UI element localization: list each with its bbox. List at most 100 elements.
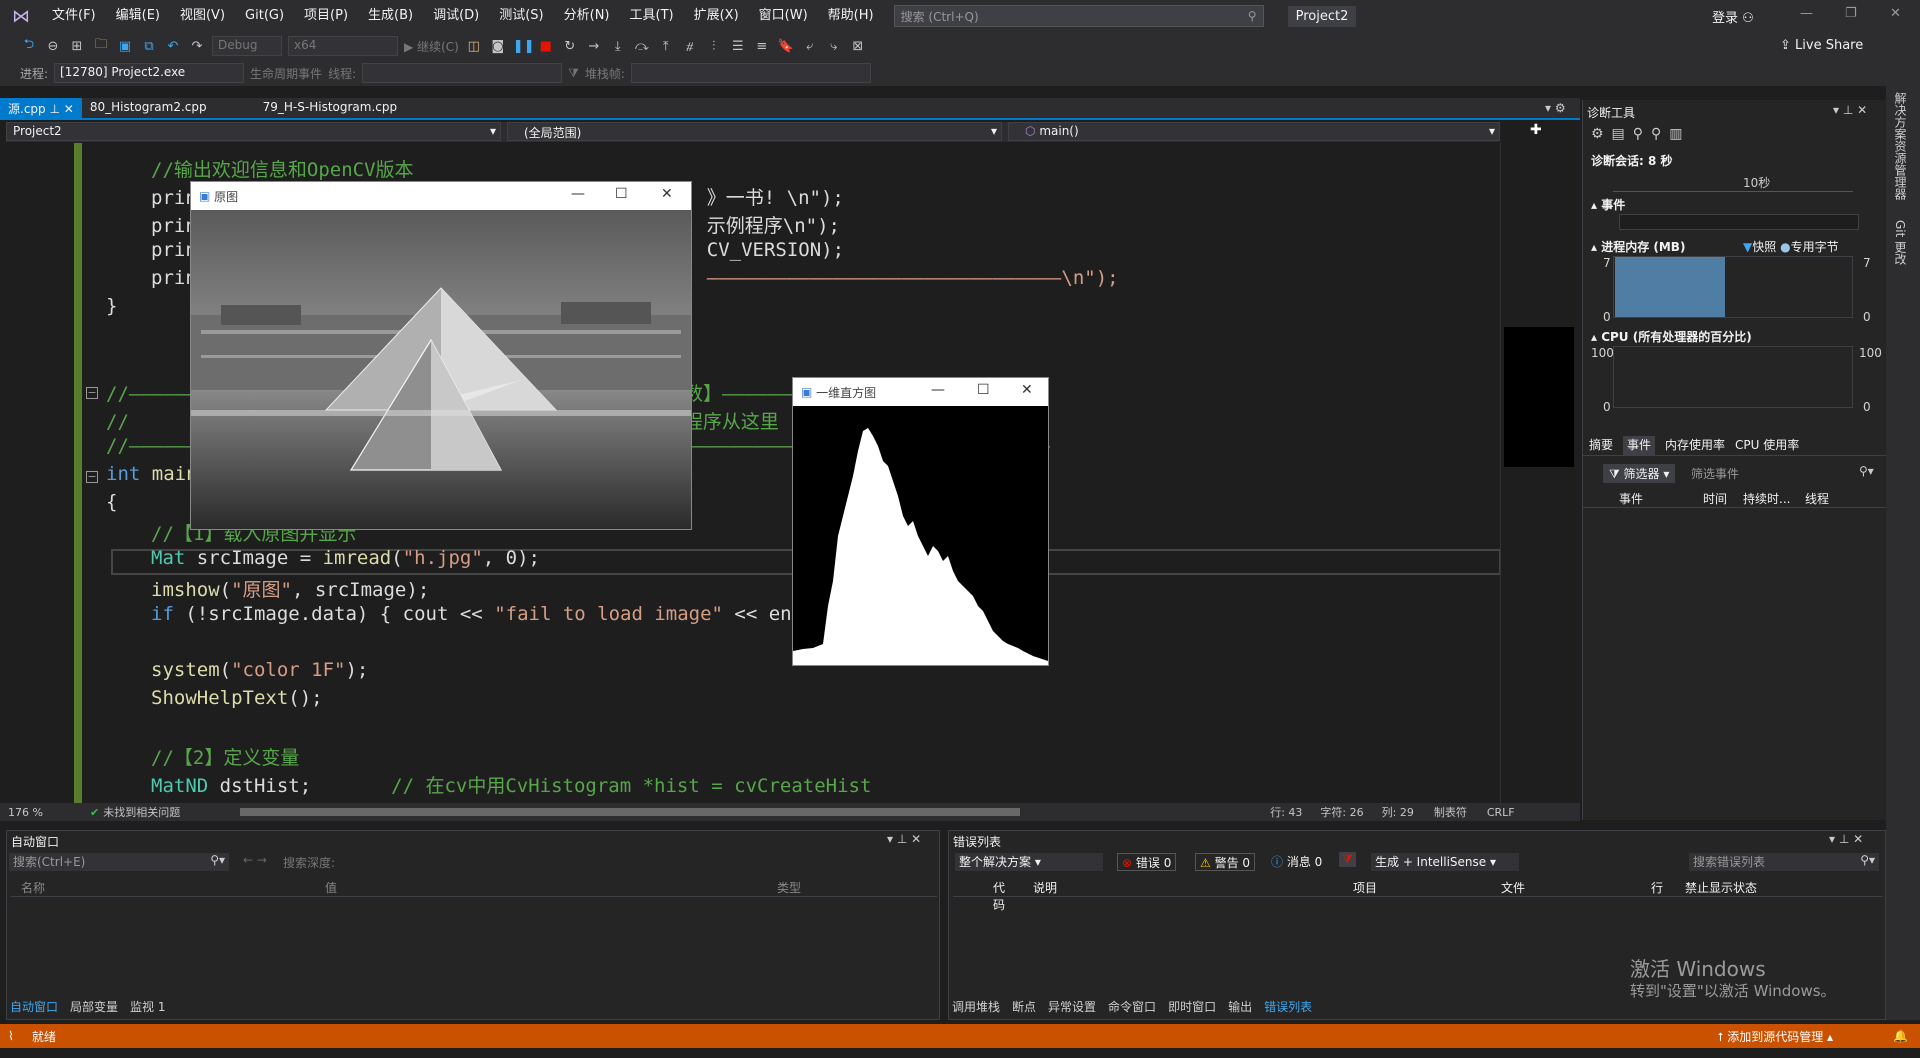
filter-icon[interactable]: ⧩ xyxy=(568,66,579,81)
timeline-ruler[interactable]: 10秒 xyxy=(1613,172,1853,192)
minimize-icon[interactable]: — xyxy=(931,382,945,398)
comment-icon[interactable]: ☰ xyxy=(729,39,747,54)
nav-arrows-icon[interactable]: ← → xyxy=(243,853,267,867)
function-select[interactable]: ⬡ main() ▾ xyxy=(1008,122,1500,141)
indent-indicator[interactable]: 制表符 xyxy=(1434,804,1467,820)
step-over-icon[interactable]: ⤼ xyxy=(633,39,651,54)
menu-test[interactable]: 测试(S) xyxy=(489,0,553,32)
warnings-filter-button[interactable]: ⚠ 警告 0 xyxy=(1195,853,1256,871)
close-icon[interactable]: ✕ xyxy=(1890,6,1901,21)
close-icon[interactable]: ✕ xyxy=(1021,382,1033,398)
panel-close-icon[interactable]: ▾ ⊥ ✕ xyxy=(1829,832,1863,846)
undo-icon[interactable]: ↶ xyxy=(164,39,182,54)
save-all-icon[interactable]: ⧉ xyxy=(140,39,158,54)
stop-icon[interactable]: ■ xyxy=(537,39,555,54)
maximize-icon[interactable]: ☐ xyxy=(615,186,628,202)
pause-icon[interactable]: ❚❚ xyxy=(513,39,535,54)
stackframe-select[interactable] xyxy=(630,63,871,83)
tab-histogram2[interactable]: 80_Histogram2.cpp xyxy=(82,98,215,118)
restart-icon[interactable]: ↻ xyxy=(561,39,579,54)
events-header[interactable]: ▴ 事件 xyxy=(1591,196,1625,213)
notifications-icon[interactable]: 🔔 xyxy=(1893,1029,1908,1043)
tab-source-cpp[interactable]: 源.cpp ⊥ ✕ xyxy=(0,98,82,118)
platform-select[interactable]: x64 xyxy=(288,36,398,56)
new-item-icon[interactable]: ⊞ xyxy=(68,39,86,54)
menu-extensions[interactable]: 扩展(X) xyxy=(684,0,749,32)
split-icon[interactable]: ✚ xyxy=(1530,122,1542,138)
project-select[interactable]: Project2 ▾ xyxy=(6,122,501,141)
menu-project[interactable]: 项目(P) xyxy=(294,0,358,32)
thread-select[interactable] xyxy=(362,63,563,83)
show-next-icon[interactable]: → xyxy=(585,39,603,54)
eol-indicator[interactable]: CRLF xyxy=(1487,806,1515,819)
tab-call-stack[interactable]: 调用堆栈 xyxy=(952,998,1000,1015)
bookmark-icon[interactable]: 🔖 xyxy=(777,39,795,54)
filter-events-input[interactable]: 筛选事件 xyxy=(1691,465,1739,482)
tab-immediate-window[interactable]: 即时窗口 xyxy=(1168,998,1216,1015)
tab-memory[interactable]: 内存使用率 xyxy=(1665,436,1725,455)
back-icon[interactable]: ⮌ xyxy=(20,35,38,57)
window-titlebar[interactable]: ▣ 一维直方图 — ☐ ✕ xyxy=(793,378,1048,406)
solution-explorer-tab[interactable]: 解决方案资源管理器 xyxy=(1886,86,1909,200)
menu-tools[interactable]: 工具(T) xyxy=(620,0,684,32)
search-input[interactable]: 搜索 (Ctrl+Q) ⚲ xyxy=(893,5,1264,27)
restore-icon[interactable]: ❐ xyxy=(1845,6,1857,21)
live-share-button[interactable]: ⇪ Live Share xyxy=(1780,38,1863,53)
tab-output[interactable]: 输出 xyxy=(1228,998,1252,1015)
step-out-icon[interactable]: ⤒ xyxy=(657,39,675,54)
tab-locals[interactable]: 局部变量 xyxy=(70,998,118,1015)
minimize-icon[interactable]: — xyxy=(1800,6,1813,21)
fold-toggle-icon[interactable]: − xyxy=(86,387,98,399)
tab-cpu[interactable]: CPU 使用率 xyxy=(1735,436,1799,455)
hot-reload-icon[interactable]: ◙ xyxy=(489,39,507,54)
minimap[interactable] xyxy=(1500,143,1574,803)
issues-status[interactable]: 未找到相关问题 xyxy=(103,804,180,820)
menu-help[interactable]: 帮助(H) xyxy=(818,0,884,32)
close-icon[interactable]: ✕ xyxy=(661,186,673,202)
build-source-select[interactable]: 生成 + IntelliSense ▾ xyxy=(1371,853,1519,871)
tab-breakpoints[interactable]: 断点 xyxy=(1012,998,1036,1015)
minimize-icon[interactable]: — xyxy=(571,186,585,202)
clear-bookmarks-icon[interactable]: ⊠ xyxy=(849,39,867,54)
error-search-input[interactable]: 搜索错误列表 ⚲▾ xyxy=(1689,853,1879,871)
step-into-icon[interactable]: ⤓ xyxy=(609,39,627,54)
histogram-window[interactable]: ▣ 一维直方图 — ☐ ✕ xyxy=(792,377,1049,666)
open-icon[interactable]: 🗀 xyxy=(92,35,110,57)
menu-edit[interactable]: 编辑(E) xyxy=(106,0,170,32)
hex-icon[interactable]: ⧣ xyxy=(681,39,699,54)
maximize-icon[interactable]: ☐ xyxy=(977,382,990,398)
lifecycle-events[interactable]: 生命周期事件 xyxy=(250,65,322,82)
menu-file[interactable]: 文件(F) xyxy=(42,0,106,32)
process-select[interactable]: [12780] Project2.exe xyxy=(54,63,245,83)
filter-search-icon[interactable]: ⚲▾ xyxy=(1859,464,1874,478)
tab-exception-settings[interactable]: 异常设置 xyxy=(1048,998,1096,1015)
errors-filter-button[interactable]: ⊗ 错误 0 xyxy=(1117,853,1177,871)
process-icon[interactable]: ◫ xyxy=(465,39,483,54)
autos-search-input[interactable]: 搜索(Ctrl+E) ⚲▾ xyxy=(9,853,229,871)
horizontal-scrollbar[interactable] xyxy=(240,808,1021,816)
panel-close-icon[interactable]: ▾ ⊥ ✕ xyxy=(887,832,921,846)
build-filter-icon[interactable]: ⧩ xyxy=(1339,852,1356,867)
tab-autos[interactable]: 自动窗口 xyxy=(10,998,58,1015)
redo-icon[interactable]: ↷ xyxy=(188,39,206,54)
fold-toggle-icon[interactable]: − xyxy=(86,471,98,483)
filter-button[interactable]: ⧩ 筛选器 ▾ xyxy=(1603,464,1676,483)
panel-close-icon[interactable]: ▾ ⊥ ✕ xyxy=(1833,103,1867,117)
next-bookmark-icon[interactable]: ⤷ xyxy=(825,39,843,54)
zoom-level[interactable]: 176 % xyxy=(0,806,60,819)
continue-button[interactable]: ▶ 继续(C) xyxy=(404,38,459,55)
menu-window[interactable]: 窗口(W) xyxy=(749,0,818,32)
add-source-control-button[interactable]: ⭡ 添加到源代码管理 ▴ xyxy=(1718,1028,1833,1045)
menu-build[interactable]: 生成(B) xyxy=(358,0,423,32)
tab-watch1[interactable]: 监视 1 xyxy=(130,998,165,1015)
tab-events[interactable]: 事件 xyxy=(1623,436,1656,455)
diag-toolbar-icons[interactable]: ⚙▤⚲⚲▥ xyxy=(1591,126,1691,142)
login-button[interactable]: 登录 ⚇ xyxy=(1712,7,1754,26)
save-icon[interactable]: ▣ xyxy=(116,39,134,54)
git-changes-tab[interactable]: Git 更改 xyxy=(1886,200,1909,265)
scope-select[interactable]: (全局范围) ▾ xyxy=(507,122,1002,141)
scope-select[interactable]: 整个解决方案 ▾ xyxy=(955,853,1103,871)
threads-icon[interactable]: ⫶ xyxy=(705,39,723,54)
window-titlebar[interactable]: ▣ 原图 — ☐ ✕ xyxy=(191,182,691,210)
minimap-viewport[interactable] xyxy=(1504,327,1574,467)
